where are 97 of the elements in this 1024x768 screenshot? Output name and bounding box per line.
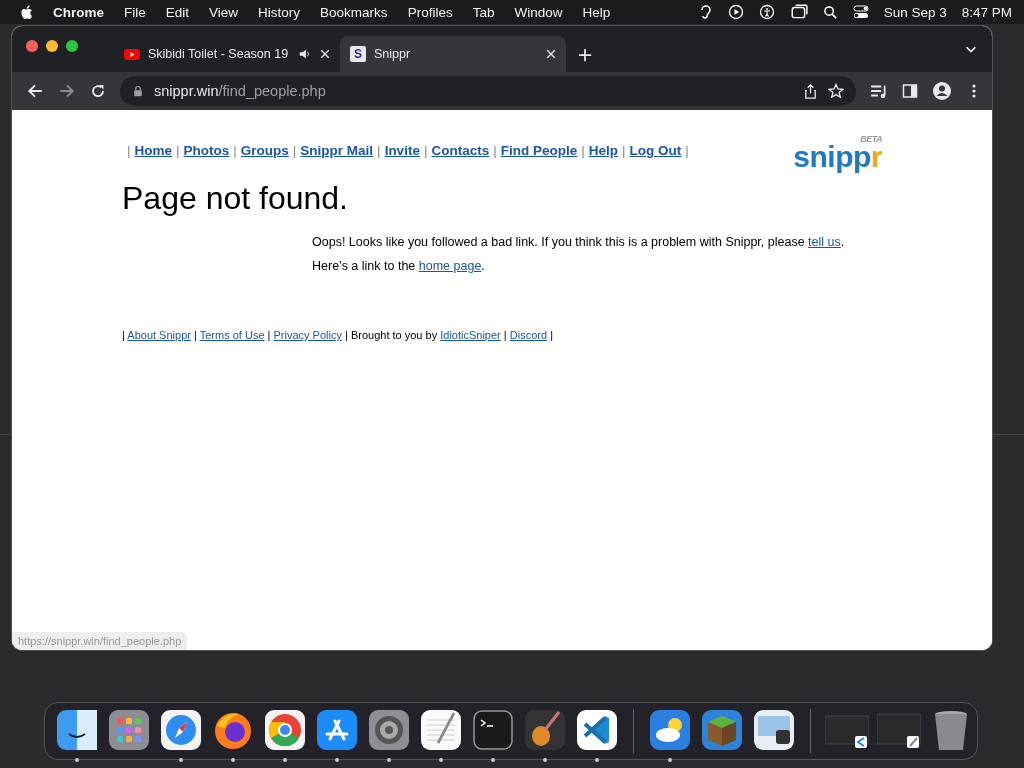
menu-bar-time[interactable]: 8:47 PM <box>961 4 1012 20</box>
grass-block-icon[interactable] <box>700 708 744 752</box>
tab-title: Snippr <box>374 47 412 61</box>
accessibility-icon[interactable] <box>758 4 775 20</box>
plus-icon[interactable] <box>578 48 592 62</box>
status-url: https://snippr.win/find_people.php <box>12 632 188 650</box>
separator-text: | <box>423 143 428 158</box>
close-icon[interactable] <box>546 49 556 59</box>
notepad-icon[interactable] <box>419 708 463 752</box>
nav-link[interactable]: Find People <box>500 143 578 158</box>
footer-link[interactable]: Terms of Use <box>199 329 265 341</box>
browser-tab[interactable]: Skibidi Toilet - Season 19 <box>114 36 340 72</box>
search-icon[interactable] <box>822 4 838 20</box>
tab-title: Skibidi Toilet - Season 19 <box>148 47 290 61</box>
url-text: snippr.win/find_people.php <box>154 83 327 99</box>
message-text: Oops! Looks like you followed a bad link. If you think this is a problem with Snippr, please tell us. <box>312 235 846 249</box>
separator-text: | <box>233 143 237 158</box>
app-store-icon[interactable] <box>315 708 359 752</box>
windows-icon[interactable] <box>789 3 808 21</box>
finder-face-icon[interactable] <box>55 708 99 752</box>
menu-item[interactable]: View <box>209 4 239 20</box>
close-window-button[interactable] <box>26 40 38 52</box>
page-heading: Page not found. <box>122 180 349 217</box>
running-indicator <box>231 758 235 762</box>
running-indicator <box>335 758 339 762</box>
separator-text: | <box>581 143 585 158</box>
footer-link[interactable]: IdioticSniper <box>440 329 501 341</box>
menu-item[interactable]: Tab <box>472 4 495 20</box>
nav-link[interactable]: Groups <box>240 143 289 158</box>
speaker-icon[interactable] <box>298 47 312 61</box>
nav-link[interactable]: Log Out <box>629 143 682 158</box>
side-panel-icon[interactable] <box>902 83 918 99</box>
footer-text: | About Snippr | Terms of Use | Privacy Policy | Brought to you by IdioticSniper | Discord | <box>122 329 554 341</box>
footer-link[interactable]: Discord <box>509 329 548 341</box>
menu-item[interactable]: File <box>124 4 146 20</box>
separator-text: | <box>377 143 381 158</box>
menu-item[interactable]: Edit <box>165 4 190 20</box>
app-menu[interactable]: Chrome <box>53 4 104 20</box>
back-arrow-icon[interactable] <box>26 82 44 100</box>
chrome-icon[interactable] <box>263 708 307 752</box>
share-icon[interactable] <box>803 83 818 99</box>
nav-link[interactable]: Help <box>588 143 618 158</box>
running-indicator <box>75 758 79 762</box>
weather-cloud-icon[interactable] <box>648 708 692 752</box>
menu-item[interactable]: Profiles <box>407 4 453 20</box>
nav-link[interactable]: Snippr Mail <box>300 143 374 158</box>
separator-text: | <box>493 143 497 158</box>
close-icon[interactable] <box>320 49 330 59</box>
running-indicator <box>283 758 287 762</box>
toggles-icon[interactable] <box>852 4 869 20</box>
separator-text: | <box>685 143 689 158</box>
minimize-window-button[interactable] <box>46 40 58 52</box>
separator-text: | <box>176 143 180 158</box>
forward-arrow-icon[interactable] <box>58 82 76 100</box>
terminal-icon[interactable] <box>471 708 515 752</box>
running-indicator <box>387 758 391 762</box>
separator-text: | <box>127 143 131 158</box>
menu-item[interactable]: History <box>258 4 301 20</box>
lock-icon <box>132 85 144 97</box>
browser-tab[interactable]: S Snippr <box>340 36 566 72</box>
running-indicator <box>595 758 599 762</box>
menu-item[interactable]: Help <box>582 4 611 20</box>
nav-link[interactable]: Contacts <box>431 143 490 158</box>
separator-text: | <box>292 143 297 158</box>
running-indicator <box>491 758 495 762</box>
gear-icon[interactable] <box>367 708 411 752</box>
apple-icon[interactable] <box>20 4 35 20</box>
beta-label: BETA <box>860 134 882 144</box>
code-editor-icon[interactable] <box>575 708 619 752</box>
footer-link[interactable]: About Snippr <box>127 329 191 341</box>
separator-text: | <box>622 143 626 158</box>
reload-icon[interactable] <box>90 83 106 99</box>
address-bar[interactable]: snippr.win/find_people.php <box>120 76 856 106</box>
menu-item[interactable]: Window <box>514 4 563 20</box>
profile-icon[interactable] <box>932 81 952 101</box>
media-controls-icon[interactable] <box>870 82 888 100</box>
compass-icon[interactable] <box>159 708 203 752</box>
running-indicator <box>179 758 183 762</box>
menu-bar-date[interactable]: Sun Sep 3 <box>883 4 947 20</box>
footer-link[interactable]: Privacy Policy <box>273 329 342 341</box>
zoom-window-button[interactable] <box>66 40 78 52</box>
nav-link[interactable]: Photos <box>183 143 230 158</box>
play-circle-icon[interactable] <box>727 4 744 20</box>
guitar-icon[interactable] <box>523 708 567 752</box>
grid-icon[interactable] <box>107 708 151 752</box>
photo-viewer-icon[interactable] <box>752 708 796 752</box>
menu-item[interactable]: Bookmarks <box>320 4 388 20</box>
site-favicon: S <box>350 46 366 62</box>
running-indicator <box>439 758 443 762</box>
message-text: Here’s a link to the home page. <box>312 259 486 273</box>
running-indicator <box>543 758 547 762</box>
star-icon[interactable] <box>828 83 844 99</box>
inline-link[interactable]: tell us <box>808 235 841 249</box>
nav-link[interactable]: Home <box>134 143 173 158</box>
running-indicator <box>668 758 672 762</box>
video-play-icon <box>124 46 140 62</box>
nav-link[interactable]: Invite <box>384 143 420 158</box>
